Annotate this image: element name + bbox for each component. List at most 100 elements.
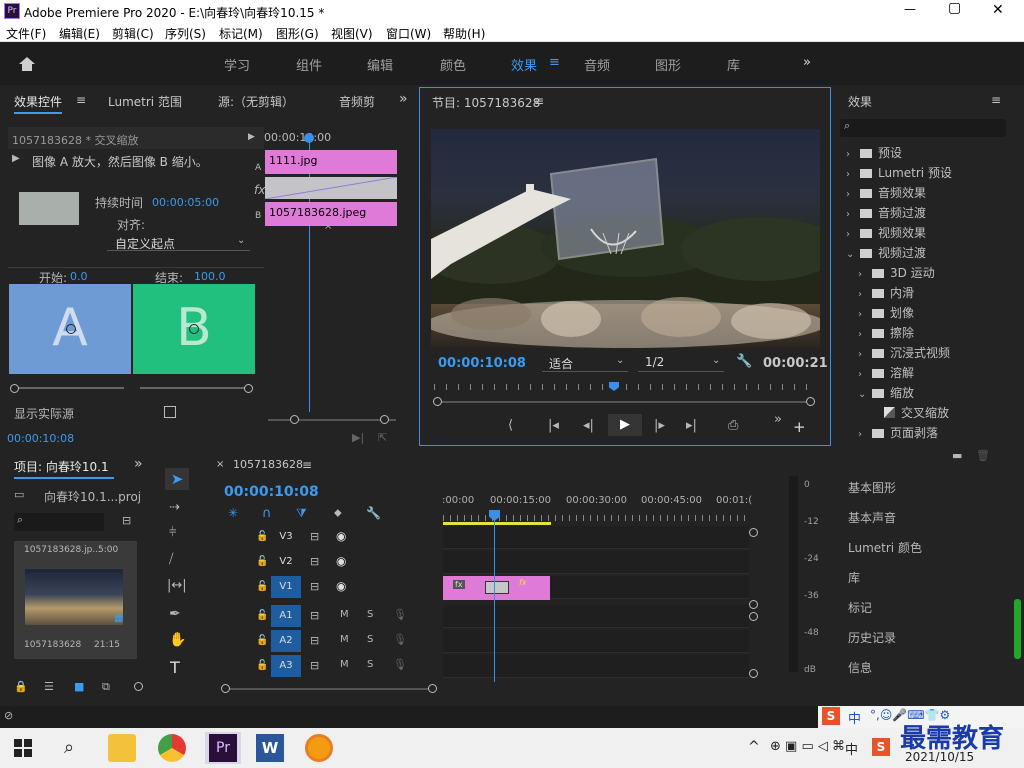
track-select-tool[interactable]: ⇢	[169, 500, 180, 515]
solo-button[interactable]: S	[367, 609, 373, 620]
home-icon[interactable]	[18, 55, 36, 73]
effects-tree-item[interactable]: › 溶解	[858, 364, 914, 381]
tab-learn[interactable]: 学习	[224, 55, 250, 74]
effects-tree-item[interactable]: › 页面剥落	[858, 424, 938, 441]
chevron-right-icon[interactable]: ›	[846, 189, 860, 200]
effects-tree-item[interactable]: › 擦除	[858, 324, 914, 341]
chevron-right-icon[interactable]: ›	[858, 309, 872, 320]
track-lock-icon[interactable]: 🔓	[256, 556, 268, 567]
tray-ime[interactable]: 中	[845, 739, 858, 758]
play-button[interactable]: ▶	[608, 414, 642, 436]
chevron-right-icon[interactable]: ›	[858, 369, 872, 380]
track-lane[interactable]	[443, 551, 749, 574]
tab-graphics[interactable]: 图形	[655, 55, 681, 74]
effects-tree-item[interactable]: › Lumetri 预设	[846, 164, 952, 181]
timeline-timecode[interactable]: 00:00:10:08	[224, 484, 319, 500]
chevron-down-icon[interactable]: ⌄	[846, 249, 860, 260]
timeline-hscroll[interactable]	[226, 688, 432, 690]
tab-assembly[interactable]: 组件	[296, 55, 322, 74]
work-area-bar[interactable]	[443, 522, 551, 525]
ime-mode[interactable]: 中	[848, 708, 861, 727]
freeform-view-icon[interactable]: ⧉	[102, 680, 110, 694]
chrome-icon[interactable]	[158, 734, 186, 762]
track-lane[interactable]	[443, 630, 749, 653]
menu-marker[interactable]: 标记(M)	[219, 25, 263, 42]
panel-info[interactable]: 信息	[848, 659, 872, 676]
menu-graphics[interactable]: 图形(G)	[276, 25, 319, 42]
align-dropdown[interactable]: 自定义起点 ⌄	[107, 234, 250, 251]
audio-vscroll-handle-top[interactable]	[749, 612, 758, 621]
mute-button[interactable]: M	[340, 634, 349, 645]
export-frame-icon[interactable]: ⎙	[728, 418, 738, 433]
chevron-right-icon[interactable]: ›	[846, 169, 860, 180]
play-transition-icon[interactable]: ▶	[12, 153, 20, 164]
sync-lock-icon[interactable]: ⊟	[310, 609, 319, 622]
new-bin-icon[interactable]: ▬	[952, 449, 962, 462]
snap-icon[interactable]: ∩	[262, 506, 272, 521]
tray-sogou-icon[interactable]: S	[872, 738, 890, 756]
zoom-slider-handle[interactable]	[134, 682, 143, 691]
sequence-tab[interactable]: 1057183628	[233, 458, 303, 471]
trash-icon[interactable]: 🗑	[976, 449, 990, 462]
tab-color[interactable]: 颜色	[440, 55, 466, 74]
menu-file[interactable]: 文件(F)	[6, 25, 46, 42]
word-icon[interactable]: W	[256, 734, 284, 762]
premiere-taskbar-icon[interactable]: Pr	[205, 732, 241, 764]
effects-tree-item[interactable]: › 3D 运动	[858, 264, 935, 281]
ripple-edit-tool[interactable]: ⫩	[169, 525, 176, 540]
tab-audio[interactable]: 音频	[584, 55, 610, 74]
step-back-icon[interactable]: ◂|	[583, 418, 594, 433]
panel-history[interactable]: 历史记录	[848, 629, 896, 646]
tab-source[interactable]: 源:（无剪辑）	[218, 93, 294, 110]
show-actual-source-checkbox[interactable]	[164, 406, 176, 418]
sync-lock-icon[interactable]: ⊟	[310, 659, 319, 672]
linked-selection-icon[interactable]: ⧩	[296, 506, 307, 521]
tab-lumetri-scopes[interactable]: Lumetri 范围	[108, 93, 182, 110]
clip-b[interactable]: 1057183628.jpeg	[265, 202, 397, 226]
effects-search-input[interactable]: ⌕	[840, 119, 1006, 137]
menu-sequence[interactable]: 序列(S)	[165, 25, 206, 42]
project-search-input[interactable]: ⌕	[14, 513, 104, 531]
wrench-icon[interactable]: 🔧	[736, 354, 752, 369]
more-tabs-icon[interactable]: »	[134, 456, 143, 472]
effects-tree-item[interactable]: › 视频效果	[846, 224, 926, 241]
icon-view-icon[interactable]: ■	[74, 680, 84, 693]
track-target-audio[interactable]: A1	[271, 605, 301, 627]
close-sequence-icon[interactable]: ×	[216, 459, 224, 470]
panel-lumetri-color[interactable]: Lumetri 颜色	[848, 539, 922, 556]
hand-tool[interactable]: ✋	[169, 632, 186, 648]
track-target-video[interactable]: V3	[271, 526, 301, 548]
effects-tree-item[interactable]: › 音频效果	[846, 184, 926, 201]
sync-lock-icon[interactable]: ⊟	[310, 555, 319, 568]
add-marker-icon[interactable]: ⟨	[508, 418, 513, 433]
razor-tool[interactable]: ⧸	[169, 552, 173, 567]
menu-window[interactable]: 窗口(W)	[386, 25, 431, 42]
effects-tree-item[interactable]: › 内滑	[858, 284, 914, 301]
effects-tree-item[interactable]: ⌄ 缩放	[858, 384, 914, 401]
effects-tree-item[interactable]: ⌄ 视频过渡	[846, 244, 926, 261]
panel-essential-graphics[interactable]: 基本图形	[848, 479, 896, 496]
track-lock-icon[interactable]: 🔓	[256, 635, 268, 646]
microphone-icon[interactable]: 🎙	[393, 608, 407, 621]
resolution-dropdown[interactable]: 1/2 ⌄	[638, 354, 724, 372]
end-value[interactable]: 100.0	[194, 270, 226, 283]
track-target-video[interactable]: V1	[271, 576, 301, 598]
timeline-playhead[interactable]	[494, 514, 495, 682]
sync-lock-icon[interactable]: ⊟	[310, 634, 319, 647]
program-menu-icon[interactable]: ≡	[534, 94, 544, 108]
eye-icon[interactable]: ◉	[336, 529, 346, 543]
tray-up-icon[interactable]: ^	[748, 739, 760, 755]
play-icon[interactable]: ▶	[248, 132, 255, 142]
effects-tree-item[interactable]: 交叉缩放	[842, 402, 1006, 421]
add-marker-icon[interactable]: ⬥	[334, 506, 342, 520]
track-lane[interactable]	[443, 526, 749, 549]
new-search-bin-icon[interactable]: ⊟	[122, 514, 131, 527]
program-ruler[interactable]	[434, 384, 816, 390]
taskbar-search-icon[interactable]: ⌕	[64, 737, 74, 758]
track-lock-icon[interactable]: 🔓	[256, 531, 268, 542]
sync-lock-icon[interactable]: ⊟	[310, 530, 319, 543]
microphone-icon[interactable]: 🎙	[393, 658, 407, 671]
track-lock-icon[interactable]: 🔓	[256, 610, 268, 621]
chevron-right-icon[interactable]: ›	[858, 329, 872, 340]
track-lane[interactable]	[443, 605, 749, 628]
